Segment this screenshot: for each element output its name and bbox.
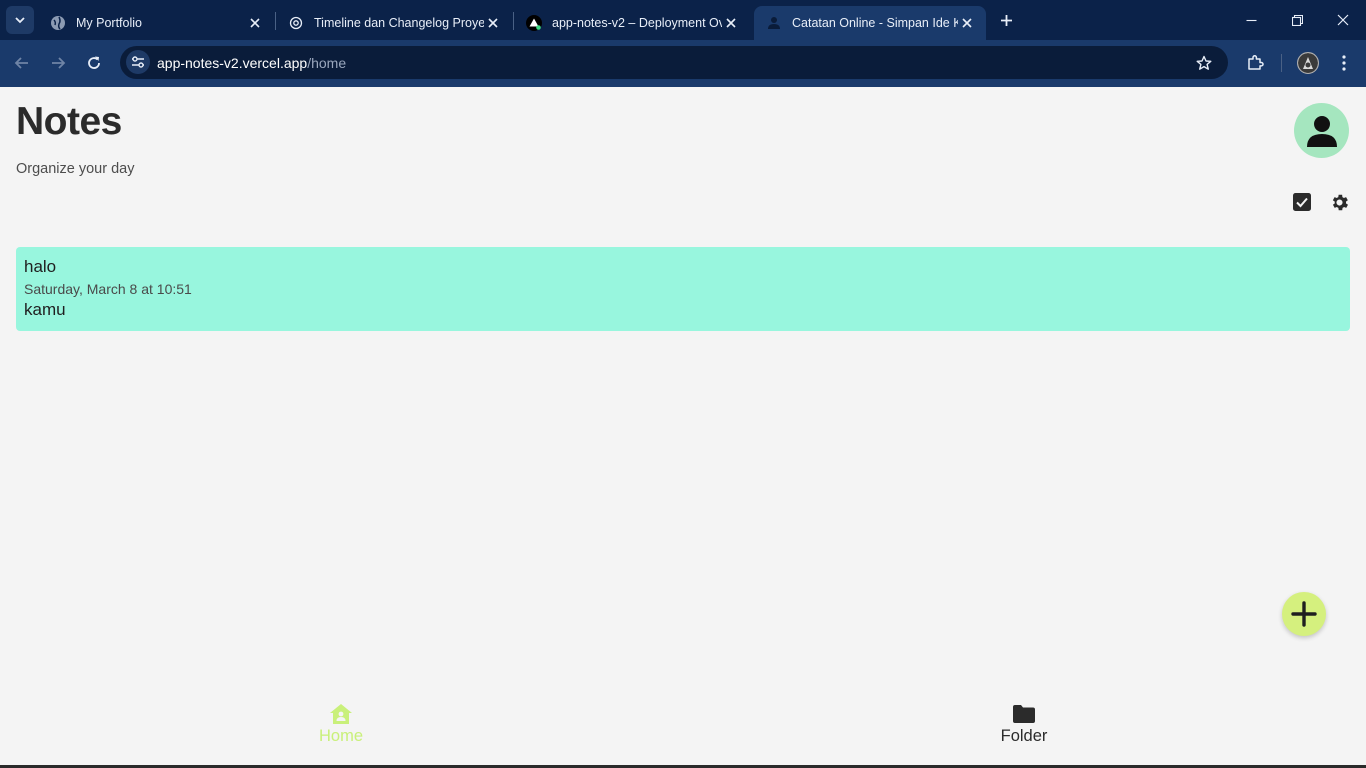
- toolbar-divider: [1281, 54, 1282, 72]
- close-icon: [1337, 14, 1349, 26]
- puzzle-icon: [1248, 55, 1264, 70]
- close-icon[interactable]: [246, 14, 264, 32]
- browser-tab-catatan[interactable]: Catatan Online - Simpan Ide Ka: [754, 6, 986, 40]
- checkbox-checked-icon: [1293, 193, 1311, 211]
- tab-title: My Portfolio: [76, 16, 142, 30]
- reload-button[interactable]: [79, 48, 109, 78]
- forward-button[interactable]: [43, 48, 73, 78]
- note-title: halo: [24, 257, 57, 276]
- person-icon: [766, 15, 782, 31]
- bookmark-button[interactable]: [1194, 53, 1214, 73]
- globe-icon: [50, 15, 66, 31]
- tab-title: Catatan Online - Simpan Ide Ka: [792, 16, 958, 30]
- minimize-button[interactable]: [1228, 0, 1274, 40]
- profile-avatar-button[interactable]: [1297, 52, 1319, 74]
- select-notes-button[interactable]: [1292, 192, 1312, 212]
- browser-toolbar: app-notes-v2.vercel.app/home: [0, 40, 1366, 87]
- reload-icon: [88, 56, 100, 69]
- profile-avatar-icon: [1298, 53, 1318, 73]
- browser-tab-portfolio[interactable]: My Portfolio: [38, 6, 274, 40]
- note-body: kamu: [24, 300, 66, 319]
- star-icon: [1196, 55, 1212, 70]
- tune-icon: [132, 56, 144, 68]
- gear-icon: [1332, 194, 1348, 210]
- tab-search-button[interactable]: [6, 6, 34, 34]
- note-date: Saturday, March 8 at 10:51: [24, 281, 192, 297]
- restore-icon: [1291, 14, 1303, 26]
- close-icon[interactable]: [484, 14, 502, 32]
- user-icon: [1306, 115, 1337, 147]
- arrow-left-icon: [14, 57, 28, 69]
- folder-icon: [1012, 702, 1036, 726]
- tab-title: app-notes-v2 – Deployment Ov: [552, 16, 722, 30]
- browser-tab-strip: My Portfolio Timeline dan Changelog Proy…: [0, 0, 1366, 40]
- settings-button[interactable]: [1328, 191, 1350, 213]
- url-host: app-notes-v2.vercel.app: [157, 55, 308, 71]
- openai-icon: [288, 15, 304, 31]
- restore-button[interactable]: [1274, 0, 1320, 40]
- site-settings-button[interactable]: [126, 50, 150, 74]
- new-tab-button[interactable]: [994, 8, 1018, 32]
- user-avatar-button[interactable]: [1294, 103, 1349, 158]
- page-title: Notes: [16, 100, 122, 143]
- arrow-right-icon: [52, 57, 66, 69]
- notes-app: Notes Organize your day halo Saturday, M…: [0, 87, 1366, 768]
- page-subtitle: Organize your day: [16, 161, 135, 177]
- chevron-down-icon: [15, 17, 25, 24]
- bottom-nav-folder[interactable]: Folder: [964, 702, 1084, 752]
- tab-title: Timeline dan Changelog Proyek: [314, 16, 484, 30]
- close-window-button[interactable]: [1320, 0, 1366, 40]
- vercel-triangle-icon: [526, 15, 542, 31]
- close-icon[interactable]: [958, 14, 976, 32]
- browser-menu-button[interactable]: [1334, 50, 1354, 76]
- bottom-nav-label: Home: [318, 727, 363, 745]
- browser-tab-timeline[interactable]: Timeline dan Changelog Proyek: [276, 6, 512, 40]
- minimize-icon: [1246, 19, 1256, 21]
- bottom-nav-label: Folder: [1000, 727, 1048, 745]
- bottom-nav-home[interactable]: Home: [281, 702, 401, 752]
- plus-icon: [1000, 14, 1012, 26]
- extensions-button[interactable]: [1242, 50, 1268, 76]
- more-vertical-icon: [1342, 55, 1346, 71]
- url-path: /home: [307, 55, 347, 71]
- back-button[interactable]: [7, 48, 37, 78]
- address-bar[interactable]: app-notes-v2.vercel.app/home: [120, 46, 1228, 79]
- add-note-button[interactable]: [1282, 592, 1326, 636]
- browser-tab-vercel[interactable]: app-notes-v2 – Deployment Ov: [514, 6, 750, 40]
- note-card[interactable]: halo Saturday, March 8 at 10:51 kamu: [16, 247, 1350, 331]
- url-text: app-notes-v2.vercel.app/home: [157, 55, 346, 71]
- close-icon[interactable]: [722, 14, 740, 32]
- plus-icon: [1291, 601, 1317, 627]
- home-icon: [329, 702, 353, 726]
